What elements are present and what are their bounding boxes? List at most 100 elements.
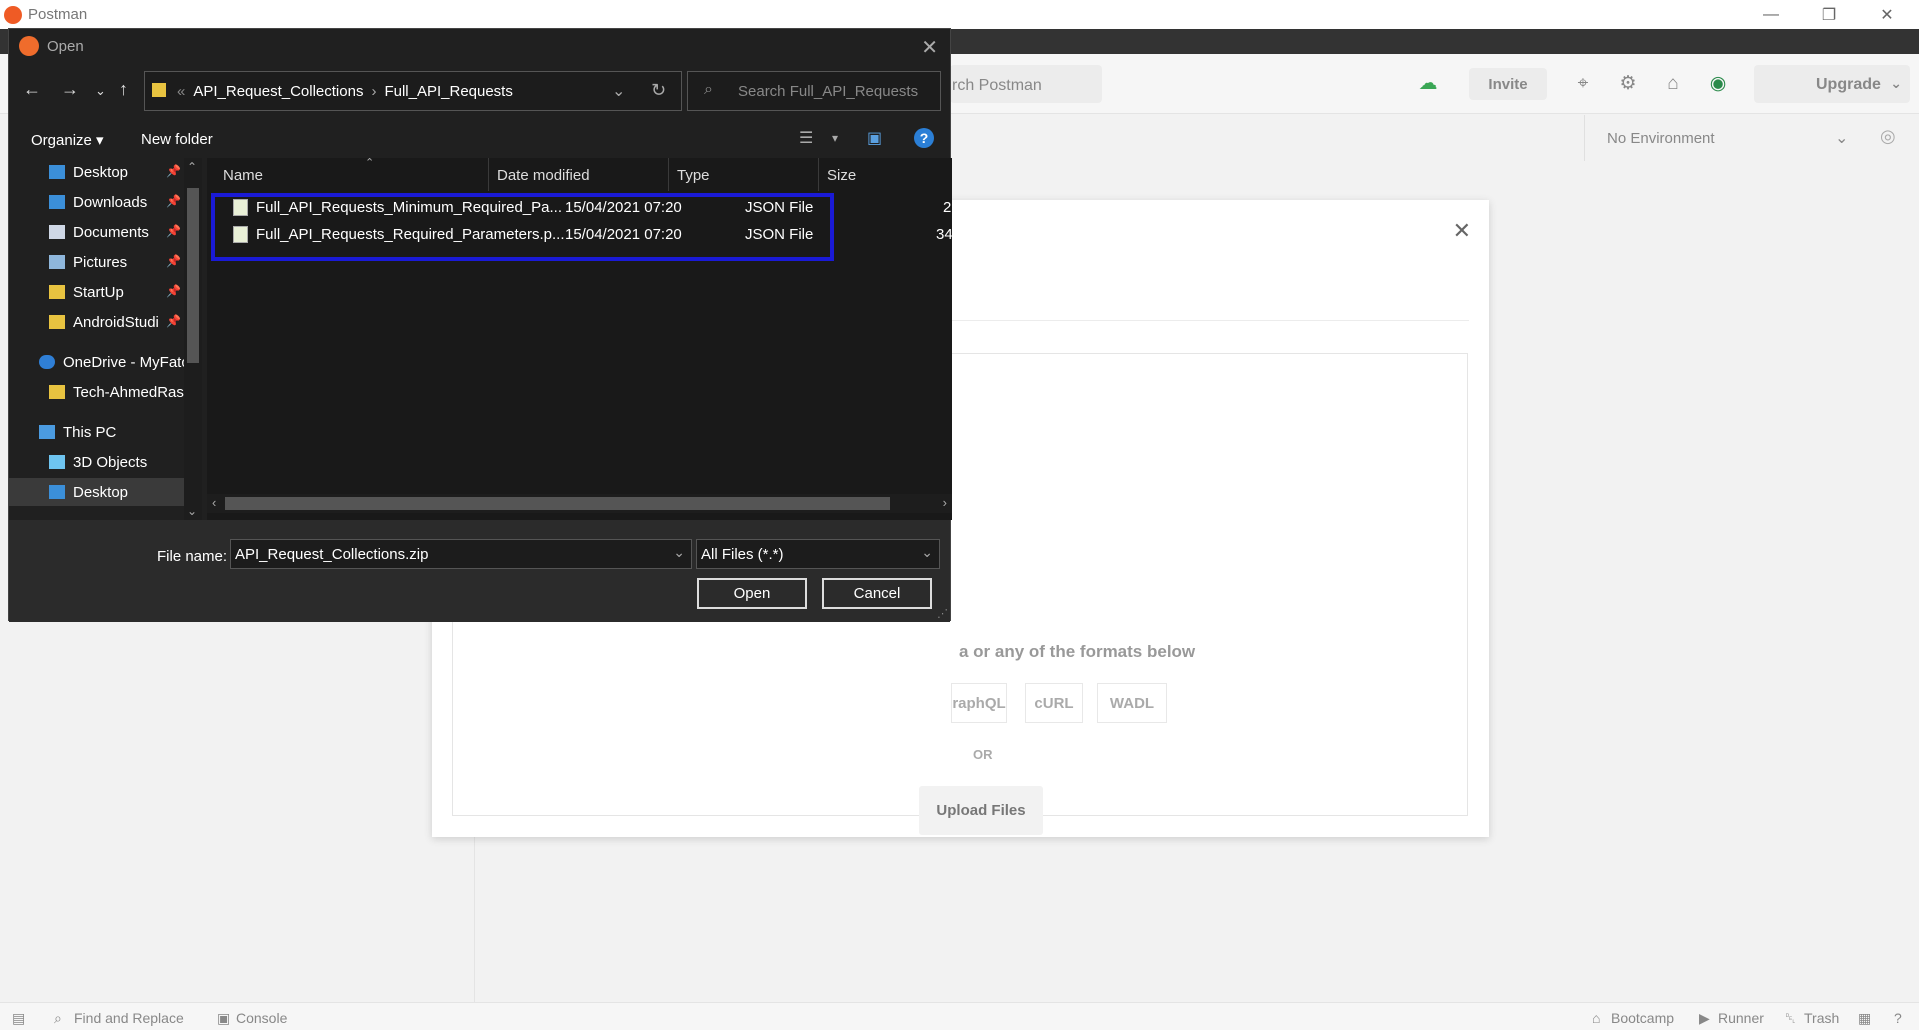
nav-item-desktop[interactable]: Desktop 📌 [9, 158, 184, 186]
minimize-icon[interactable]: — [1742, 0, 1800, 29]
breadcrumb-item[interactable]: API_Request_Collections [193, 83, 363, 100]
nav-item-androidstudio[interactable]: AndroidStudi 📌 [9, 308, 184, 336]
chevron-down-icon[interactable]: ⌄ [612, 81, 625, 101]
organize-button[interactable]: Organize ▾ [31, 131, 104, 149]
postman-search-input[interactable]: rch Postman [950, 65, 1102, 103]
chevron-down-icon[interactable]: ⌄ [921, 544, 933, 561]
console-button[interactable]: Console [236, 1010, 287, 1026]
eye-icon[interactable]: ◎ [1880, 126, 1896, 147]
trash-icon: ␡ [1785, 1010, 1797, 1026]
cloud-icon [39, 355, 55, 369]
scroll-down-icon[interactable]: ⌄ [187, 504, 197, 518]
column-header-date[interactable]: Date modified [489, 158, 669, 191]
nav-item-desktop-selected[interactable]: Desktop [9, 478, 184, 506]
open-file-dialog: Open ✕ ← → ⌄ ↑ «API_Request_Collections ›… [8, 28, 953, 622]
navigation-row: ← → ⌄ ↑ «API_Request_Collections › Full_AP… [9, 71, 950, 111]
chevron-down-icon[interactable]: ⌄ [1890, 75, 1902, 92]
format-graphql: raphQL [951, 683, 1007, 723]
scrollbar-thumb[interactable] [187, 188, 199, 363]
sidebar-toggle-icon[interactable]: ▤ [12, 1010, 25, 1027]
console-icon: ▣ [217, 1010, 231, 1026]
close-window-icon[interactable]: ✕ [1858, 0, 1916, 29]
settings-icon[interactable]: ⚙ [1615, 71, 1641, 97]
runner-icon: ▶ [1699, 1010, 1710, 1026]
file-type-select[interactable]: All Files (*.*) ⌄ [696, 539, 940, 569]
up-arrow-icon[interactable]: ↑ [119, 79, 128, 100]
dialog-footer: File name: API_Request_Collections.zip ⌄… [9, 520, 950, 622]
restore-icon[interactable]: ❐ [1800, 0, 1858, 29]
view-options-icon[interactable]: ☰ [799, 128, 813, 148]
upload-files-button[interactable]: Upload Files [919, 786, 1043, 835]
refresh-icon[interactable]: ↻ [651, 80, 666, 101]
nav-item-tech-folder[interactable]: Tech-AhmedRasl [9, 378, 184, 406]
notifications-icon[interactable]: ⌂ [1660, 71, 1686, 97]
layout-icon[interactable]: ▦ [1858, 1010, 1871, 1027]
recent-locations-icon[interactable]: ⌄ [95, 83, 106, 99]
column-header-type[interactable]: Type [669, 158, 819, 191]
find-replace-button[interactable]: Find and Replace [74, 1010, 184, 1026]
upgrade-button[interactable]: Upgrade ⌄ [1754, 65, 1910, 103]
nav-item-3d-objects[interactable]: 3D Objects [9, 448, 184, 476]
nav-item-pictures[interactable]: Pictures 📌 [9, 248, 184, 276]
breadcrumb: «API_Request_Collections › Full_API_Reques… [177, 83, 513, 100]
help-icon[interactable]: ? [1894, 1010, 1902, 1026]
file-name-input[interactable]: API_Request_Collections.zip ⌄ [230, 539, 692, 569]
chevron-down-icon[interactable]: ⌄ [673, 544, 685, 561]
selection-highlight-box [211, 193, 834, 261]
runner-button[interactable]: Runner [1718, 1010, 1764, 1026]
invite-button[interactable]: Invite [1469, 68, 1547, 100]
bootcamp-icon: ⌂ [1592, 1010, 1601, 1026]
nav-item-documents[interactable]: Documents 📌 [9, 218, 184, 246]
trash-button[interactable]: Trash [1804, 1010, 1839, 1026]
pin-icon: 📌 [166, 314, 181, 328]
nav-item-downloads[interactable]: Downloads 📌 [9, 188, 184, 216]
format-wadl: WADL [1097, 683, 1167, 723]
address-bar[interactable]: «API_Request_Collections › Full_API_Reques… [144, 71, 682, 111]
scrollbar-thumb[interactable] [225, 497, 890, 510]
navigation-pane: Desktop 📌 Downloads 📌 Documents 📌 Pictur… [9, 158, 206, 520]
scroll-up-icon[interactable]: ⌃ [187, 160, 197, 174]
back-arrow-icon[interactable]: ← [23, 79, 41, 100]
search-input[interactable]: ⌕ Search Full_API_Requests [687, 71, 941, 111]
avatar[interactable]: ◉ [1705, 71, 1731, 97]
computer-icon [39, 425, 55, 439]
resize-grip-icon[interactable]: ⋰ [937, 607, 948, 620]
desktop-icon [49, 485, 65, 499]
open-button[interactable]: Open [697, 578, 807, 609]
folder-icon [49, 315, 65, 329]
postman-logo-icon [19, 36, 39, 56]
nav-scrollbar[interactable]: ⌃ ⌄ [184, 158, 202, 520]
chevron-down-icon[interactable]: ▾ [832, 131, 838, 145]
download-icon [49, 195, 65, 209]
environment-selector[interactable]: No Environment ⌄ ◎ [1584, 115, 1919, 161]
scroll-left-icon[interactable]: ‹ [212, 495, 216, 510]
format-curl: cURL [1025, 683, 1083, 723]
column-header-name[interactable]: Name ⌃ [215, 157, 489, 191]
nav-item-onedrive[interactable]: OneDrive - MyFatc [9, 348, 184, 376]
new-folder-button[interactable]: New folder [141, 131, 213, 148]
help-icon[interactable]: ? [914, 128, 934, 148]
bootcamp-button[interactable]: Bootcamp [1611, 1010, 1674, 1026]
sort-arrow-icon: ⌃ [365, 157, 375, 169]
horizontal-scrollbar[interactable]: ‹ › [207, 494, 952, 513]
breadcrumb-item[interactable]: Full_API_Requests [384, 83, 512, 100]
close-icon[interactable]: ✕ [1453, 218, 1471, 244]
nav-item-startup[interactable]: StartUp 📌 [9, 278, 184, 306]
forward-arrow-icon[interactable]: → [61, 79, 79, 100]
satellite-icon[interactable]: ⌖ [1570, 71, 1596, 97]
close-icon[interactable]: ✕ [921, 35, 938, 60]
dropzone-text: a or any of the formats below [959, 642, 1196, 661]
preview-pane-icon[interactable]: ▣ [867, 128, 882, 148]
postman-titlebar: Postman [0, 0, 1919, 29]
scroll-right-icon[interactable]: › [943, 495, 947, 510]
search-placeholder: Search Full_API_Requests [738, 83, 919, 100]
postman-logo-icon [4, 5, 22, 24]
invite-label: Invite [1488, 76, 1528, 93]
nav-item-this-pc[interactable]: This PC [9, 418, 184, 446]
cloud-sync-icon[interactable]: ☁ [1415, 71, 1441, 97]
column-header-size[interactable]: Size [819, 158, 952, 191]
search-icon: ⌕ [54, 1010, 62, 1026]
folder-icon [49, 285, 65, 299]
cancel-button[interactable]: Cancel [822, 578, 932, 609]
pin-icon: 📌 [166, 224, 181, 238]
